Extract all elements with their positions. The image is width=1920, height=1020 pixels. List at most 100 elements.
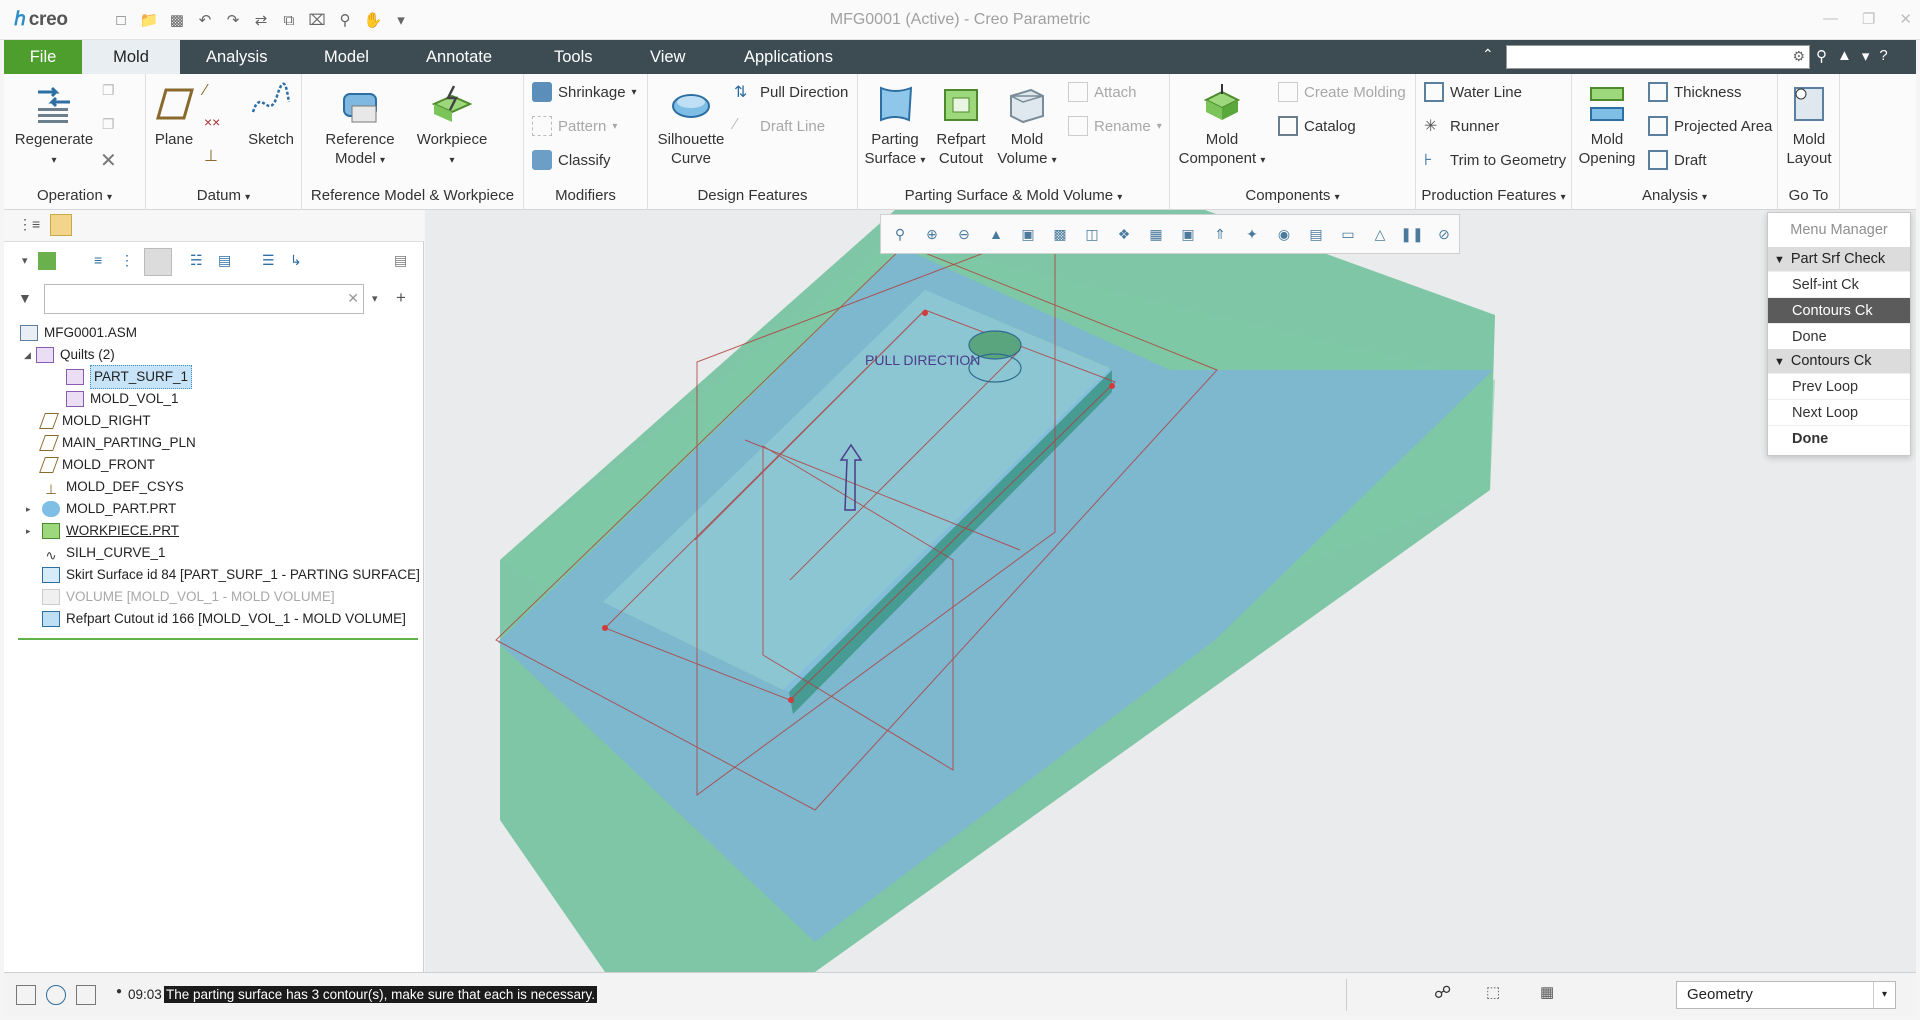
plane-button[interactable]: Plane <box>154 82 194 149</box>
tree-item-workpiece[interactable]: ▸ WORKPIECE.PRT <box>26 520 179 542</box>
tree-item-mold-right[interactable]: MOLD_RIGHT <box>39 410 151 432</box>
trim-to-geometry-button[interactable]: ⊦ Trim to Geometry <box>1424 150 1566 170</box>
copy-icon[interactable]: ❐ <box>102 82 115 99</box>
reference-model-button[interactable]: Reference Model ▾ <box>322 82 398 170</box>
spin-center-icon[interactable]: ✦ <box>1239 221 1265 247</box>
tree-item-assembly[interactable]: MFG0001.ASM <box>20 322 137 344</box>
smart-selection-icon[interactable]: ▦ <box>1540 983 1554 1001</box>
add-filter-icon[interactable]: + <box>396 288 406 308</box>
tree-search-input[interactable]: ✕ <box>44 284 364 314</box>
maximize-icon[interactable]: ❐ <box>1862 10 1875 28</box>
hide-icon[interactable]: ▭ <box>1335 221 1361 247</box>
tree-view-icon[interactable]: ▤ <box>218 252 231 269</box>
tab-mold[interactable]: Mold <box>82 40 180 74</box>
folder-browser-tab-icon[interactable] <box>50 214 72 236</box>
parting-surface-button[interactable]: Parting Surface ▾ <box>862 82 928 170</box>
tree-dropdown-icon[interactable]: ▾ <box>22 254 28 267</box>
mold-volume-button[interactable]: Mold Volume ▾ <box>994 82 1060 170</box>
silhouette-curve-button[interactable]: Silhouette Curve <box>654 82 728 168</box>
tree-item-refpart-cutout[interactable]: Refpart Cutout id 166 [MOLD_VOL_1 - MOLD… <box>42 608 406 630</box>
search-input[interactable]: ⚙ <box>1506 45 1810 69</box>
collapse-ribbon-icon[interactable]: ⌃ <box>1482 46 1494 63</box>
datum-display-icon[interactable]: ▦ <box>1143 221 1169 247</box>
tab-view[interactable]: View <box>634 40 701 74</box>
tree-item-mold-part[interactable]: ▸ MOLD_PART.PRT <box>26 498 176 520</box>
filter-dropdown-icon[interactable]: ▾ <box>372 292 378 305</box>
tree-item-skirt-surface[interactable]: Skirt Surface id 84 [PART_SURF_1 - PARTI… <box>42 564 420 586</box>
selection-box-icon[interactable]: ⬚ <box>1486 983 1500 1001</box>
water-line-button[interactable]: Water Line <box>1424 82 1522 102</box>
warning-icon[interactable]: △ <box>1367 221 1393 247</box>
filter-funnel-icon[interactable]: ▼ <box>18 290 32 306</box>
slash-icon[interactable]: ⊘ <box>1431 221 1457 247</box>
clear-search-icon[interactable]: ✕ <box>347 290 359 307</box>
tab-annotate[interactable]: Annotate <box>410 40 508 74</box>
pull-direction-button[interactable]: ⇅ Pull Direction <box>734 82 848 102</box>
appearance-icon[interactable]: ◉ <box>1271 221 1297 247</box>
pattern-button[interactable]: Pattern ▾ <box>532 116 617 136</box>
mold-opening-button[interactable]: Mold Opening <box>1576 82 1638 168</box>
workpiece-button[interactable]: Workpiece ▾ <box>410 82 494 170</box>
mold-layout-button[interactable]: Mold Layout <box>1782 82 1836 168</box>
tree-item-quilts[interactable]: ◢ Quilts (2) <box>24 344 115 366</box>
find-icon[interactable]: ☍ <box>1434 983 1451 1003</box>
menu-item-next-loop[interactable]: Next Loop <box>1768 399 1910 425</box>
refit-icon[interactable]: ⚲ <box>887 221 913 247</box>
toggle-navigator-icon[interactable] <box>16 985 36 1005</box>
settings-gear-icon[interactable]: ⚙ <box>1792 48 1805 65</box>
dropdown-icon[interactable]: ▾ <box>1862 47 1870 65</box>
draft-line-button[interactable]: ∕ Draft Line <box>734 116 825 136</box>
menu-item-prev-loop[interactable]: Prev Loop <box>1768 373 1910 399</box>
zoom-out-icon[interactable]: ⊖ <box>951 221 977 247</box>
runner-button[interactable]: ✳ Runner <box>1424 116 1499 136</box>
tree-item-silh-curve[interactable]: ∿ SILH_CURVE_1 <box>42 542 165 564</box>
thickness-button[interactable]: Thickness <box>1648 82 1742 102</box>
menu-item-self-int[interactable]: Self-int Ck <box>1768 271 1910 297</box>
draft-analysis-button[interactable]: Draft <box>1648 150 1707 170</box>
menu-item-done-2[interactable]: Done <box>1768 425 1910 451</box>
refpart-cutout-button[interactable]: Refpart Cutout <box>930 82 992 168</box>
repaint-icon[interactable]: ▲ <box>983 221 1009 247</box>
learning-icon[interactable]: ▲ <box>1837 47 1852 65</box>
tab-tools[interactable]: Tools <box>538 40 609 74</box>
tab-applications[interactable]: Applications <box>728 40 849 74</box>
sort-icon[interactable]: ↳ <box>290 252 302 269</box>
zoom-in-icon[interactable]: ⊕ <box>919 221 945 247</box>
shrinkage-button[interactable]: Shrinkage ▾ <box>532 82 637 102</box>
settings-tree-icon[interactable]: ☵ <box>190 252 203 269</box>
tab-file[interactable]: File <box>4 40 82 74</box>
csys-icon[interactable]: ⊥ <box>204 146 218 166</box>
tree-item-volume[interactable]: VOLUME [MOLD_VOL_1 - MOLD VOLUME] <box>42 586 335 608</box>
model-tree-tab-icon[interactable]: ⋮≡ <box>18 216 40 233</box>
panel-options-icon[interactable]: ▤ <box>394 252 407 269</box>
help-icon[interactable]: ? <box>1879 47 1887 65</box>
annotation-display-icon[interactable]: ▣ <box>1175 221 1201 247</box>
selection-filter-select[interactable]: Geometry ▾ <box>1676 981 1896 1009</box>
pull-direction-display-icon[interactable]: ⇑ <box>1207 221 1233 247</box>
delete-icon[interactable]: ✕ <box>100 148 117 173</box>
tree-layers-icon[interactable] <box>144 248 172 276</box>
chevron-down-icon[interactable]: ▾ <box>1873 982 1895 1008</box>
create-molding-button[interactable]: Create Molding <box>1278 82 1406 102</box>
tree-item-mold-front[interactable]: MOLD_FRONT <box>39 454 155 476</box>
graphics-window[interactable]: PULL DIRECTION ⚲ ⊕ ⊖ ▲ ▣ ▩ ◫ ❖ ▦ ▣ ⇑ ✦ ◉… <box>425 210 1916 972</box>
search-icon[interactable]: ⚲ <box>1816 47 1827 65</box>
minimize-icon[interactable]: — <box>1823 10 1838 28</box>
layers-icon[interactable]: ☰ <box>262 252 275 269</box>
perspective-icon[interactable]: ❖ <box>1111 221 1137 247</box>
tree-item-main-parting-pln[interactable]: MAIN_PARTING_PLN <box>39 432 196 454</box>
menu-item-contours[interactable]: Contours Ck <box>1768 297 1910 323</box>
mold-component-button[interactable]: Mold Component ▾ <box>1174 82 1270 170</box>
tree-columns-icon[interactable]: ⋮ <box>120 252 134 269</box>
tree-insert-indicator[interactable] <box>18 638 418 640</box>
tree-filter-icon[interactable]: ≡ <box>94 252 102 268</box>
display-style-icon[interactable]: ▣ <box>1015 221 1041 247</box>
expand-icon[interactable]: ▸ <box>26 498 42 520</box>
tree-item-mold-vol[interactable]: MOLD_VOL_1 <box>66 388 179 410</box>
regenerate-button[interactable]: Regenerate ▾ <box>12 82 96 170</box>
paste-icon[interactable]: ❐ <box>102 116 115 133</box>
tab-analysis[interactable]: Analysis <box>190 40 283 74</box>
expand-icon[interactable]: ▸ <box>26 520 42 542</box>
pause-icon[interactable]: ❚❚ <box>1399 221 1425 247</box>
menu-section-part-srf-check[interactable]: ▼ Part Srf Check <box>1768 247 1910 271</box>
